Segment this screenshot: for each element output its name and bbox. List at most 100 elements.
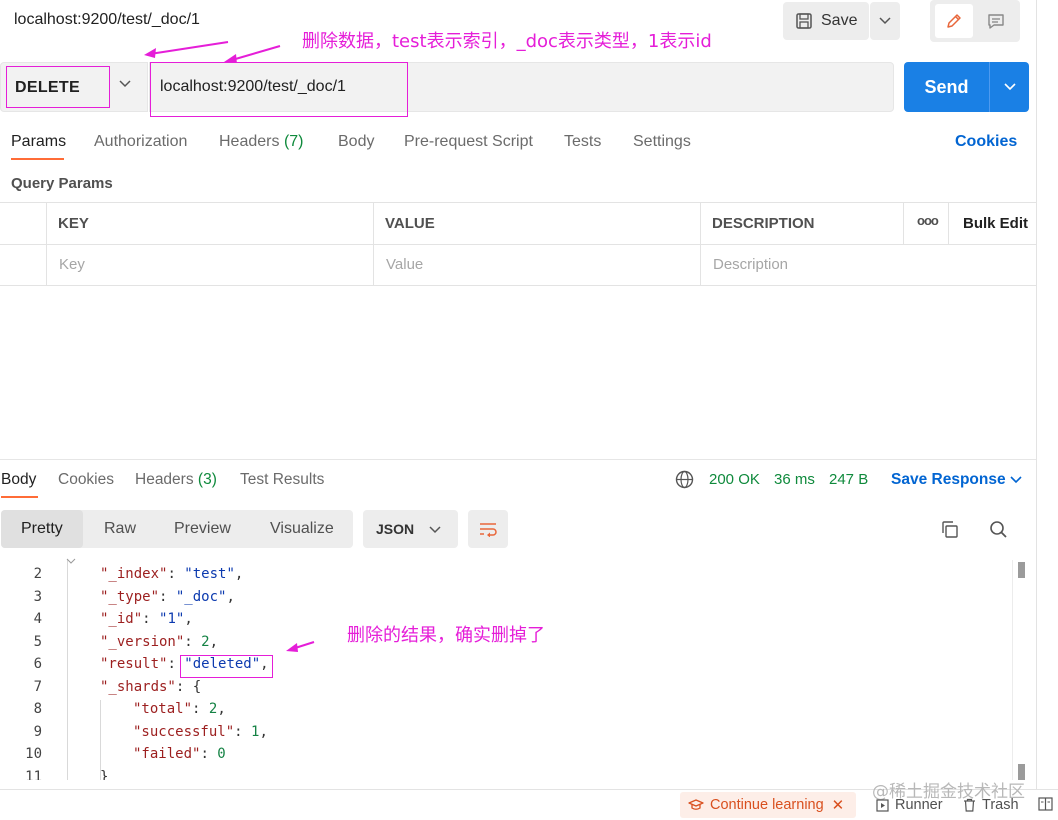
line-number: 6 bbox=[33, 656, 42, 672]
json-key: "_id" bbox=[100, 611, 143, 627]
scrollbar-track[interactable] bbox=[1012, 560, 1036, 780]
json-value: "test" bbox=[184, 566, 235, 582]
column-header-value: VALUE bbox=[385, 215, 435, 232]
json-key: "_shards" bbox=[100, 678, 176, 695]
response-tab-cookies[interactable]: Cookies bbox=[58, 471, 114, 489]
send-button[interactable]: Send bbox=[904, 62, 989, 112]
code-text: "failed": 0 bbox=[133, 746, 226, 762]
response-divider bbox=[0, 459, 1036, 460]
response-tab-headers-label: Headers bbox=[135, 471, 194, 488]
column-header-description: DESCRIPTION bbox=[712, 215, 815, 232]
preview-button[interactable]: Preview bbox=[174, 520, 231, 538]
tab-settings[interactable]: Settings bbox=[633, 133, 691, 151]
more-options-icon[interactable]: ooo bbox=[917, 213, 939, 228]
json-key: "failed" bbox=[133, 746, 201, 762]
code-text: "successful": 1, bbox=[133, 723, 268, 740]
json-value: "_doc" bbox=[175, 588, 227, 605]
tab-headers-count: (7) bbox=[283, 133, 304, 150]
indent-guide bbox=[100, 700, 101, 780]
edit-view-button[interactable] bbox=[935, 4, 973, 38]
save-icon bbox=[796, 13, 812, 29]
chevron-down-icon[interactable] bbox=[1010, 476, 1022, 484]
chevron-down-icon bbox=[119, 80, 131, 88]
send-dropdown-button[interactable] bbox=[989, 62, 1029, 112]
cookies-link[interactable]: Cookies bbox=[955, 133, 1017, 151]
annotation-arrow bbox=[286, 641, 315, 652]
tab-headers[interactable]: Headers (7) bbox=[219, 133, 304, 151]
comment-icon bbox=[988, 14, 1004, 29]
trash-icon bbox=[964, 798, 975, 812]
trash-button[interactable]: Trash bbox=[963, 797, 1019, 813]
json-punctuation: , bbox=[226, 588, 235, 605]
line-number: 3 bbox=[33, 588, 42, 605]
save-dropdown-button[interactable] bbox=[870, 2, 900, 40]
response-size[interactable]: 247 B bbox=[829, 471, 868, 488]
table-column-divider bbox=[903, 202, 904, 244]
code-line: 11} bbox=[0, 769, 1000, 781]
pencil-icon bbox=[947, 14, 961, 28]
search-icon[interactable] bbox=[989, 520, 1008, 539]
save-button[interactable]: Save bbox=[783, 2, 869, 40]
response-tab-headers[interactable]: Headers (3) bbox=[135, 471, 217, 489]
json-value: 0 bbox=[217, 746, 226, 762]
continue-learning-button[interactable]: Continue learning ✕ bbox=[680, 792, 856, 818]
json-value: { bbox=[192, 678, 202, 695]
comments-view-button[interactable] bbox=[977, 4, 1015, 38]
description-input[interactable]: Description bbox=[713, 256, 788, 273]
line-number: 10 bbox=[25, 746, 42, 762]
json-key: "_type" bbox=[100, 588, 160, 605]
code-text: "_version": 2, bbox=[100, 633, 219, 650]
key-input[interactable]: Key bbox=[59, 256, 85, 273]
line-number: 11 bbox=[25, 768, 42, 781]
status-code[interactable]: 200 OK bbox=[709, 471, 760, 488]
value-input[interactable]: Value bbox=[386, 256, 423, 273]
chevron-down-icon bbox=[429, 526, 441, 534]
code-line: 9 "successful": 1, bbox=[0, 724, 1000, 747]
response-time[interactable]: 36 ms bbox=[774, 471, 815, 488]
line-number: 5 bbox=[33, 633, 42, 650]
code-text: "_type": "_doc", bbox=[100, 588, 235, 605]
code-line: 10 "failed": 0 bbox=[0, 746, 1000, 769]
response-tab-body[interactable]: Body bbox=[1, 471, 36, 489]
wrap-lines-button[interactable] bbox=[468, 510, 508, 548]
json-key: "total" bbox=[133, 701, 193, 717]
code-line: 2 "_index": "test", bbox=[0, 566, 1000, 589]
visualize-button[interactable]: Visualize bbox=[270, 520, 334, 538]
tab-params[interactable]: Params bbox=[11, 133, 66, 151]
runner-button[interactable]: Runner bbox=[876, 797, 943, 813]
runner-label: Runner bbox=[895, 797, 943, 813]
response-tab-test-results[interactable]: Test Results bbox=[240, 471, 324, 489]
json-value: "1" bbox=[159, 611, 185, 627]
column-header-key: KEY bbox=[58, 215, 89, 232]
raw-button[interactable]: Raw bbox=[104, 520, 136, 538]
tab-authorization[interactable]: Authorization bbox=[94, 133, 187, 151]
scrollbar-thumb[interactable] bbox=[1018, 562, 1025, 578]
json-key: "_version" bbox=[100, 633, 185, 650]
two-pane-icon[interactable] bbox=[1038, 797, 1053, 811]
save-response-button[interactable]: Save Response bbox=[891, 471, 1006, 489]
json-key: "_index" bbox=[100, 566, 168, 582]
request-title: localhost:9200/test/_doc/1 bbox=[14, 11, 200, 28]
tab-body[interactable]: Body bbox=[338, 133, 374, 151]
code-text: "_shards": { bbox=[100, 678, 202, 695]
language-label: JSON bbox=[376, 521, 415, 537]
close-icon[interactable]: ✕ bbox=[832, 796, 845, 814]
tab-tests[interactable]: Tests bbox=[564, 133, 601, 151]
fold-marker-icon bbox=[66, 558, 76, 564]
globe-icon[interactable] bbox=[675, 470, 694, 489]
response-body-editor[interactable]: 2 "_index": "test", 3 "_type": "_doc", 4 "_id… bbox=[0, 560, 1036, 780]
json-punctuation: , bbox=[184, 611, 193, 627]
runner-icon bbox=[876, 798, 889, 812]
query-params-title: Query Params bbox=[11, 175, 113, 192]
save-label: Save bbox=[821, 12, 858, 29]
json-punctuation: , bbox=[234, 566, 244, 582]
wrap-icon bbox=[480, 523, 497, 537]
trash-label: Trash bbox=[982, 797, 1019, 813]
json-value: 2 bbox=[201, 633, 210, 650]
table-column-divider bbox=[948, 202, 949, 244]
pretty-button[interactable]: Pretty bbox=[21, 520, 63, 538]
code-text: "total": 2, bbox=[133, 701, 226, 717]
bulk-edit-button[interactable]: Bulk Edit bbox=[963, 215, 1028, 232]
tab-pre-request-script[interactable]: Pre-request Script bbox=[404, 133, 533, 151]
copy-icon[interactable] bbox=[940, 520, 959, 539]
